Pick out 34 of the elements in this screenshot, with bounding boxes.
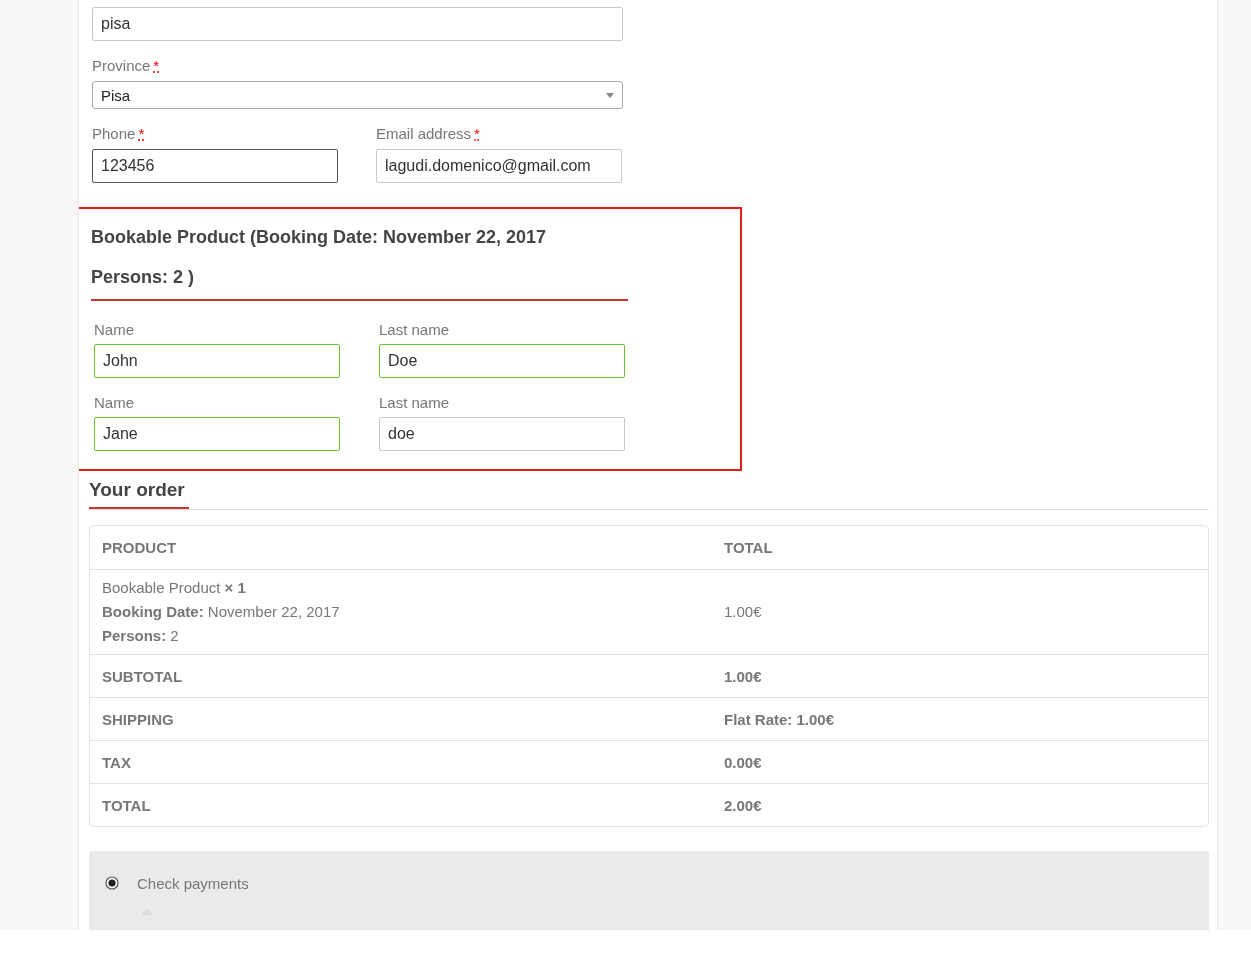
section-heading: Your order [89, 477, 189, 509]
table-cell: SUBTOTAL [90, 654, 712, 697]
field-label: Phone * [92, 125, 146, 143]
product-name: Bookable Product × 1 [102, 578, 247, 598]
text-field[interactable]: Doe [379, 344, 625, 378]
field-label: Name [94, 321, 135, 338]
product-meta: Persons: 2 [102, 626, 180, 646]
table-cell: 1.00€ [712, 654, 1208, 697]
table-cell: 1.00€ [712, 569, 1208, 654]
text-field[interactable]: Jane [94, 417, 340, 451]
table-cell: 0.00€ [712, 740, 1208, 783]
section-heading: Bookable Product (Booking Date: November 22, 2017 Persons: 2 ) [91, 217, 628, 301]
text-field[interactable]: 123456 [92, 149, 338, 183]
text-field[interactable]: lagudi.domenico@gmail.com [376, 149, 622, 183]
product-meta: Booking Date: November 22, 2017 [102, 602, 341, 622]
table-cell: SHIPPING [90, 697, 712, 740]
province-dropdown[interactable]: Pisa [92, 81, 623, 109]
field-label: Name [94, 394, 135, 411]
table-cell: TOTAL [90, 783, 712, 826]
field-label: Province * [92, 57, 161, 75]
text-field[interactable]: pisa [92, 7, 623, 41]
column-header: PRODUCT [101, 538, 178, 558]
table-cell: TAX [90, 740, 712, 783]
table-cell: Flat Rate: 1.00€ [712, 697, 1208, 740]
field-label: Last name [379, 394, 451, 411]
field-label: Email address * [376, 125, 481, 143]
field-label: Last name [379, 321, 451, 338]
text-field[interactable]: John [94, 344, 340, 378]
table-cell: 2.00€ [712, 783, 1208, 826]
radio-button[interactable] [105, 876, 119, 890]
caret-icon [606, 92, 614, 98]
text-field[interactable]: doe [379, 417, 625, 451]
payment-label[interactable]: Check payments [137, 874, 249, 892]
column-header: TOTAL [723, 538, 774, 558]
